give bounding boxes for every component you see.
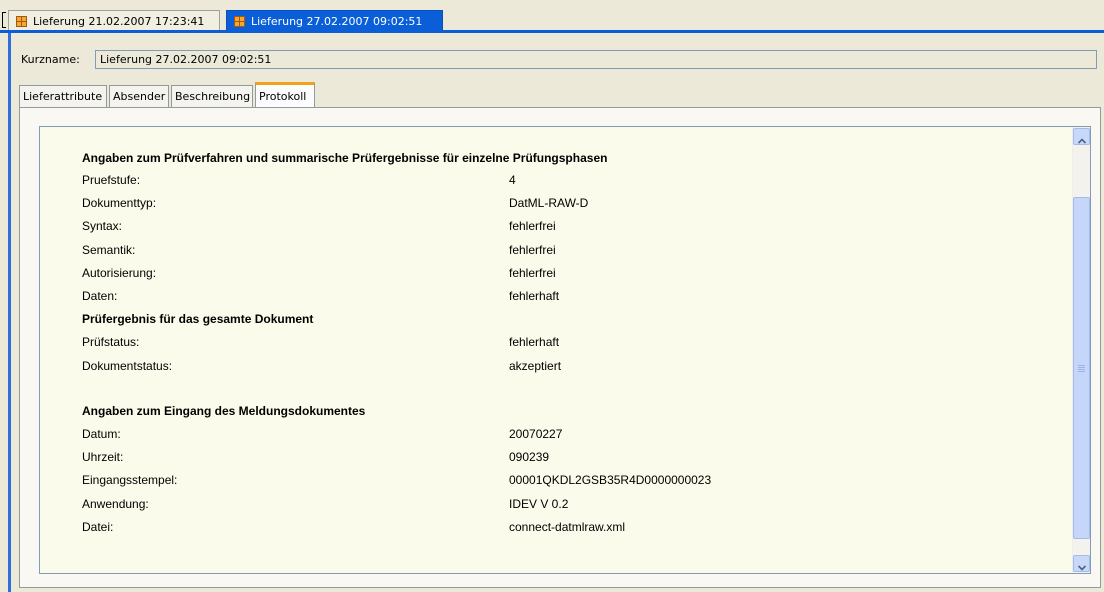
scrollbar-thumb[interactable] <box>1073 197 1090 539</box>
scroll-up-button[interactable] <box>1073 128 1090 145</box>
row-value: fehlerfrei <box>509 266 556 280</box>
row-value: 20070227 <box>509 427 563 441</box>
tab-bar-edge <box>2 12 6 28</box>
section-title-eingang: Angaben zum Eingang des Meldungsdokument… <box>82 404 366 418</box>
scroll-down-button[interactable] <box>1073 555 1090 572</box>
row-value: connect-datmlraw.xml <box>509 520 626 534</box>
chevron-down-icon <box>1077 561 1087 571</box>
row-value: fehlerhaft <box>509 289 560 303</box>
row-label: Prüfstatus: <box>82 335 140 349</box>
document-tab-2[interactable]: Lieferung 27.02.2007 09:02:51 <box>226 10 443 31</box>
row-label: Anwendung: <box>82 497 149 511</box>
row-label: Datum: <box>82 427 121 441</box>
row-label: Dokumentstatus: <box>82 359 173 373</box>
row-label: Dokumenttyp: <box>82 196 157 210</box>
row-value: fehlerhaft <box>509 335 560 349</box>
tab-lieferattribute-label: Lieferattribute <box>23 90 103 103</box>
row-value: DatML-RAW-D <box>509 196 589 210</box>
tab-beschreibung-label: Beschreibung <box>175 90 251 103</box>
row-value: 4 <box>509 173 516 187</box>
tab-beschreibung[interactable]: Beschreibung <box>171 85 253 107</box>
row-label: Pruefstufe: <box>82 173 141 187</box>
row-label: Daten: <box>82 289 118 303</box>
grid-document-icon <box>234 16 245 27</box>
row-value: 00001QKDL2GSB35R4D0000000023 <box>509 473 712 487</box>
row-value: IDEV V 0.2 <box>509 497 569 511</box>
tab-protokoll[interactable]: Protokoll <box>255 82 315 107</box>
row-label: Datei: <box>82 520 114 534</box>
shortname-label: Kurzname: <box>21 53 80 66</box>
delivery-panel: Kurzname: Lieferung 27.02.2007 09:02:51 … <box>8 33 1104 592</box>
tab-absender-label: Absender <box>113 90 166 103</box>
protocol-view[interactable]: Angaben zum Prüfverfahren und summarisch… <box>39 126 1091 574</box>
row-label: Autorisierung: <box>82 266 157 280</box>
section-title-gesamtergebnis: Prüfergebnis für das gesamte Dokument <box>82 312 314 326</box>
document-tab-2-label: Lieferung 27.02.2007 09:02:51 <box>251 15 423 28</box>
row-label: Syntax: <box>82 219 123 233</box>
row-value: akzeptiert <box>509 359 562 373</box>
document-tab-bar: Lieferung 21.02.2007 17:23:41 Lieferung … <box>0 0 1104 36</box>
row-value: fehlerfrei <box>509 219 556 233</box>
row-value: 090239 <box>509 450 550 464</box>
row-label: Semantik: <box>82 243 136 257</box>
document-tab-1-label: Lieferung 21.02.2007 17:23:41 <box>33 15 205 28</box>
grid-document-icon <box>16 16 27 27</box>
document-tab-1[interactable]: Lieferung 21.02.2007 17:23:41 <box>8 10 220 31</box>
scrollbar-grip <box>1078 365 1085 366</box>
shortname-field[interactable]: Lieferung 27.02.2007 09:02:51 <box>95 50 1097 69</box>
tab-protokoll-label: Protokoll <box>259 90 307 103</box>
chevron-up-icon <box>1077 134 1087 144</box>
vertical-scrollbar[interactable] <box>1072 127 1090 573</box>
row-label: Eingangsstempel: <box>82 473 178 487</box>
row-value: fehlerfrei <box>509 243 556 257</box>
row-label: Uhrzeit: <box>82 450 124 464</box>
tab-lieferattribute[interactable]: Lieferattribute <box>19 85 107 107</box>
section-title-pruefverfahren: Angaben zum Prüfverfahren und summarisch… <box>82 151 608 165</box>
tab-absender[interactable]: Absender <box>109 85 169 107</box>
